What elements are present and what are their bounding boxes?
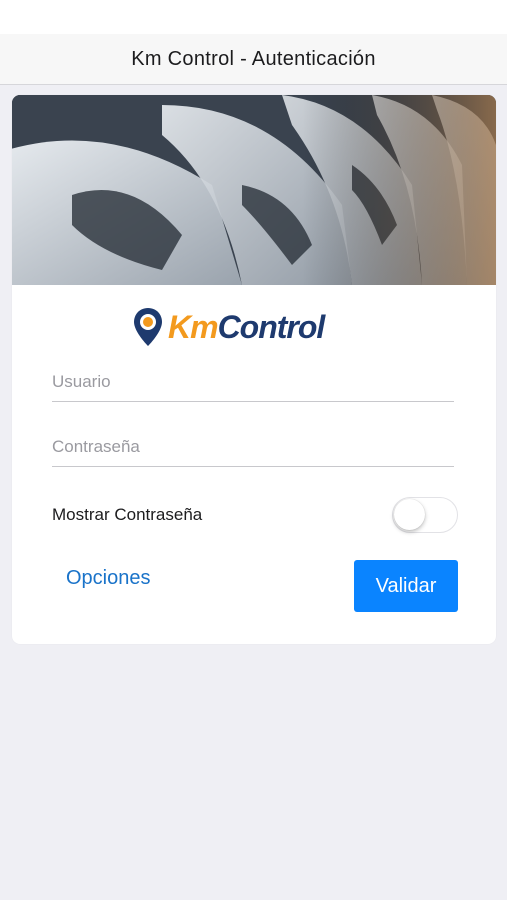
username-field (52, 365, 454, 402)
logo-text-km: Km (168, 308, 219, 345)
password-field (52, 430, 454, 467)
navigation-bar: Km Control - Autenticación (0, 34, 507, 85)
options-button[interactable]: Opciones (66, 567, 151, 590)
show-password-label: Mostrar Contraseña (52, 505, 203, 524)
validate-button[interactable]: Validar (354, 560, 458, 612)
logo-text-control: Control (217, 308, 326, 345)
password-input[interactable] (52, 430, 454, 464)
login-card: KmControl Mostrar Contraseña Opciones Va… (12, 95, 496, 644)
username-input[interactable] (52, 365, 454, 399)
status-bar (0, 0, 507, 34)
toggle-knob (394, 499, 425, 530)
location-pin-icon (134, 308, 162, 346)
page-title: Km Control - Autenticación (131, 47, 376, 70)
kmcontrol-logo: Km Control (132, 307, 382, 347)
show-password-row: Mostrar Contraseña (52, 495, 458, 535)
show-password-toggle[interactable] (392, 497, 458, 533)
hero-image-cars (12, 95, 496, 285)
